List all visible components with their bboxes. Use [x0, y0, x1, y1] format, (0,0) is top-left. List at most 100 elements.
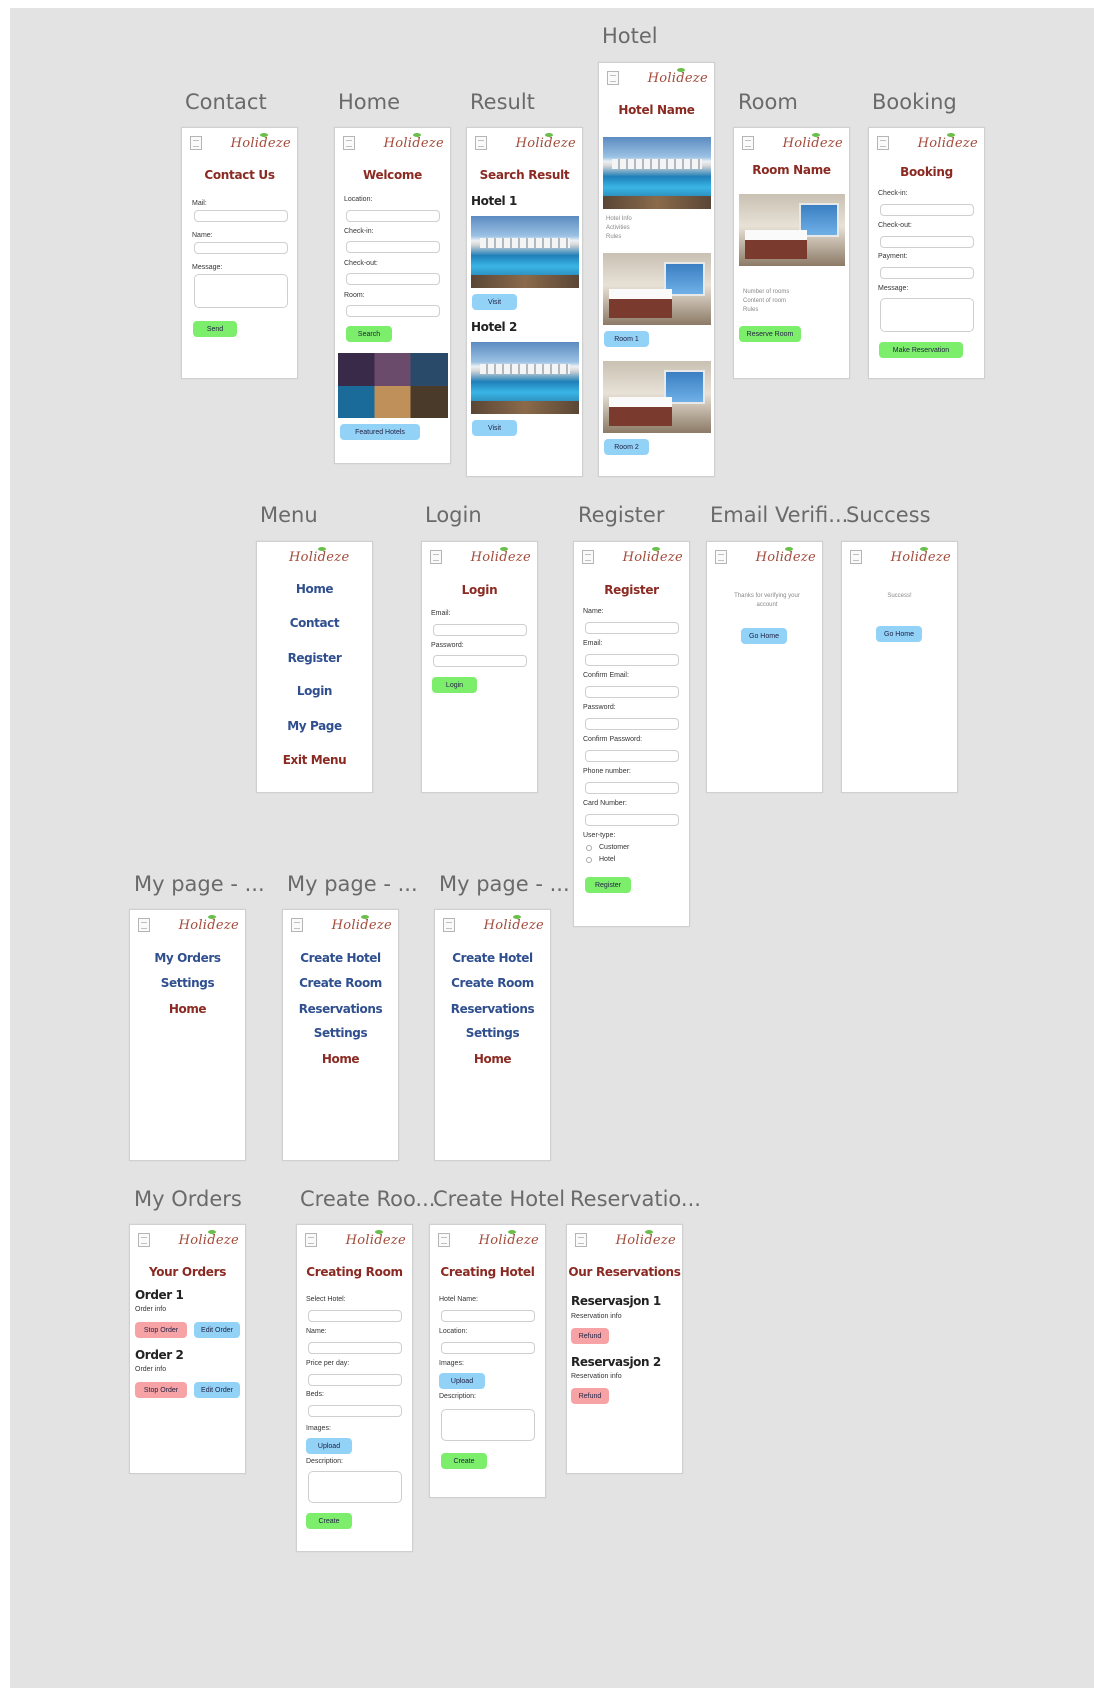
frame-result[interactable]: Holideze Search Result Hotel 1 Visit Hot…	[466, 127, 583, 477]
refund-button[interactable]: Refund	[571, 1328, 609, 1344]
home-link[interactable]: Home	[283, 1052, 398, 1066]
stop-order-button[interactable]: Stop Order	[135, 1382, 187, 1398]
frame-my-page-hotel-1[interactable]: Holideze Create Hotel Create Room Reserv…	[282, 909, 399, 1161]
reserve-room-button[interactable]: Reserve Room	[739, 326, 801, 342]
description-textarea[interactable]	[308, 1471, 402, 1503]
create-hotel-link[interactable]: Create Hotel	[283, 951, 398, 965]
frame-label-create-room[interactable]: Create Roo...	[300, 1187, 435, 1211]
frame-label-create-hotel[interactable]: Create Hotel	[433, 1187, 565, 1211]
refund-button[interactable]: Refund	[571, 1388, 609, 1404]
menu-item-register[interactable]: Register	[257, 651, 372, 665]
name-input[interactable]	[194, 242, 288, 254]
frame-label-my-page-hotel-2[interactable]: My page - ...	[439, 872, 570, 896]
hamburger-icon[interactable]	[475, 136, 487, 150]
frame-create-hotel[interactable]: Holideze Creating Hotel Hotel Name: Loca…	[429, 1224, 546, 1498]
frame-success[interactable]: Holideze Success! Go Home	[841, 541, 958, 793]
frame-create-room[interactable]: Holideze Creating Room Select Hotel: Nam…	[296, 1224, 413, 1552]
frame-label-room[interactable]: Room	[738, 90, 798, 114]
hamburger-icon[interactable]	[582, 550, 594, 564]
featured-hotels-button[interactable]: Featured Hotels	[340, 424, 420, 440]
phone-number-input[interactable]	[585, 782, 679, 794]
room-2-button[interactable]: Room 2	[604, 439, 649, 455]
settings-link[interactable]: Settings	[283, 1026, 398, 1040]
name-input[interactable]	[308, 1342, 402, 1354]
hamburger-icon[interactable]	[607, 71, 619, 85]
hamburger-icon[interactable]	[291, 918, 303, 932]
hamburger-icon[interactable]	[190, 136, 202, 150]
home-link[interactable]: Home	[130, 1002, 245, 1016]
go-home-button[interactable]: Go Home	[876, 626, 922, 642]
hamburger-icon[interactable]	[430, 550, 442, 564]
hamburger-icon[interactable]	[343, 136, 355, 150]
confirm-email-input[interactable]	[585, 686, 679, 698]
location-input[interactable]	[441, 1342, 535, 1354]
frame-email-verification[interactable]: Holideze Thanks for verifying your accou…	[706, 541, 823, 793]
frame-booking[interactable]: Holideze Booking Check-in: Check-out: Pa…	[868, 127, 985, 379]
frame-label-success[interactable]: Success	[846, 503, 931, 527]
create-room-link[interactable]: Create Room	[435, 976, 550, 990]
hamburger-icon[interactable]	[877, 136, 889, 150]
frame-label-contact[interactable]: Contact	[185, 90, 267, 114]
price-per-day-input[interactable]	[308, 1374, 402, 1386]
stop-order-button[interactable]: Stop Order	[135, 1322, 187, 1338]
frame-label-home[interactable]: Home	[338, 90, 400, 114]
menu-item-my-page[interactable]: My Page	[257, 719, 372, 733]
card-number-input[interactable]	[585, 814, 679, 826]
menu-item-home[interactable]: Home	[257, 582, 372, 596]
message-textarea[interactable]	[880, 298, 974, 332]
beds-input[interactable]	[308, 1405, 402, 1417]
edit-order-button[interactable]: Edit Order	[194, 1382, 240, 1398]
select-hotel-input[interactable]	[308, 1310, 402, 1322]
frame-label-menu[interactable]: Menu	[260, 503, 318, 527]
frame-label-my-page-hotel-1[interactable]: My page - ...	[287, 872, 418, 896]
room-input[interactable]	[346, 305, 440, 317]
exit-menu-link[interactable]: Exit Menu	[257, 753, 372, 767]
description-textarea[interactable]	[441, 1409, 535, 1441]
name-input[interactable]	[585, 622, 679, 634]
frame-login[interactable]: Holideze Login Email: Password: Login	[421, 541, 538, 793]
visit-button[interactable]: Visit	[472, 420, 517, 436]
menu-item-contact[interactable]: Contact	[257, 616, 372, 630]
email-input[interactable]	[585, 654, 679, 666]
frame-my-page-hotel-2[interactable]: Holideze Create Hotel Create Room Reserv…	[434, 909, 551, 1161]
search-button[interactable]: Search	[346, 326, 392, 342]
upload-button[interactable]: Upload	[306, 1438, 352, 1454]
settings-link[interactable]: Settings	[435, 1026, 550, 1040]
create-button[interactable]: Create	[441, 1453, 487, 1469]
create-button[interactable]: Create	[306, 1513, 352, 1529]
frame-label-my-orders[interactable]: My Orders	[134, 1187, 242, 1211]
create-room-link[interactable]: Create Room	[283, 976, 398, 990]
register-button[interactable]: Register	[585, 877, 631, 893]
hamburger-icon[interactable]	[138, 1233, 150, 1247]
frame-label-reservations[interactable]: Reservatio...	[570, 1187, 701, 1211]
my-orders-link[interactable]: My Orders	[130, 951, 245, 965]
password-input[interactable]	[433, 655, 527, 667]
reservations-link[interactable]: Reservations	[283, 1002, 398, 1016]
location-input[interactable]	[346, 210, 440, 222]
frame-my-page-customer[interactable]: Holideze My Orders Settings Home	[129, 909, 246, 1161]
visit-button[interactable]: Visit	[472, 294, 517, 310]
frame-room[interactable]: Holideze Room Name Number of rooms Conte…	[733, 127, 850, 379]
hamburger-icon[interactable]	[575, 1233, 587, 1247]
room-1-button[interactable]: Room 1	[604, 331, 649, 347]
payment-input[interactable]	[880, 267, 974, 279]
frame-hotel[interactable]: Holideze Hotel Name Hotel Info Activitie…	[598, 62, 715, 477]
frame-reservations[interactable]: Holideze Our Reservations Reservasjon 1 …	[566, 1224, 683, 1474]
frame-label-my-page-customer[interactable]: My page - ...	[134, 872, 265, 896]
hotel-name-input[interactable]	[441, 1310, 535, 1322]
create-hotel-link[interactable]: Create Hotel	[435, 951, 550, 965]
email-input[interactable]	[433, 624, 527, 636]
frame-menu[interactable]: Holideze Home Contact Register Login My …	[256, 541, 373, 793]
checkin-input[interactable]	[880, 204, 974, 216]
checkout-input[interactable]	[346, 273, 440, 285]
frame-label-login[interactable]: Login	[425, 503, 482, 527]
upload-button[interactable]: Upload	[439, 1373, 485, 1389]
frame-label-email-verification[interactable]: Email Verifi...	[710, 503, 848, 527]
login-button[interactable]: Login	[432, 677, 477, 693]
customer-radio[interactable]	[586, 845, 592, 851]
hamburger-icon[interactable]	[715, 550, 727, 564]
settings-link[interactable]: Settings	[130, 976, 245, 990]
checkin-input[interactable]	[346, 241, 440, 253]
go-home-button[interactable]: Go Home	[741, 628, 787, 644]
frame-label-register[interactable]: Register	[578, 503, 664, 527]
